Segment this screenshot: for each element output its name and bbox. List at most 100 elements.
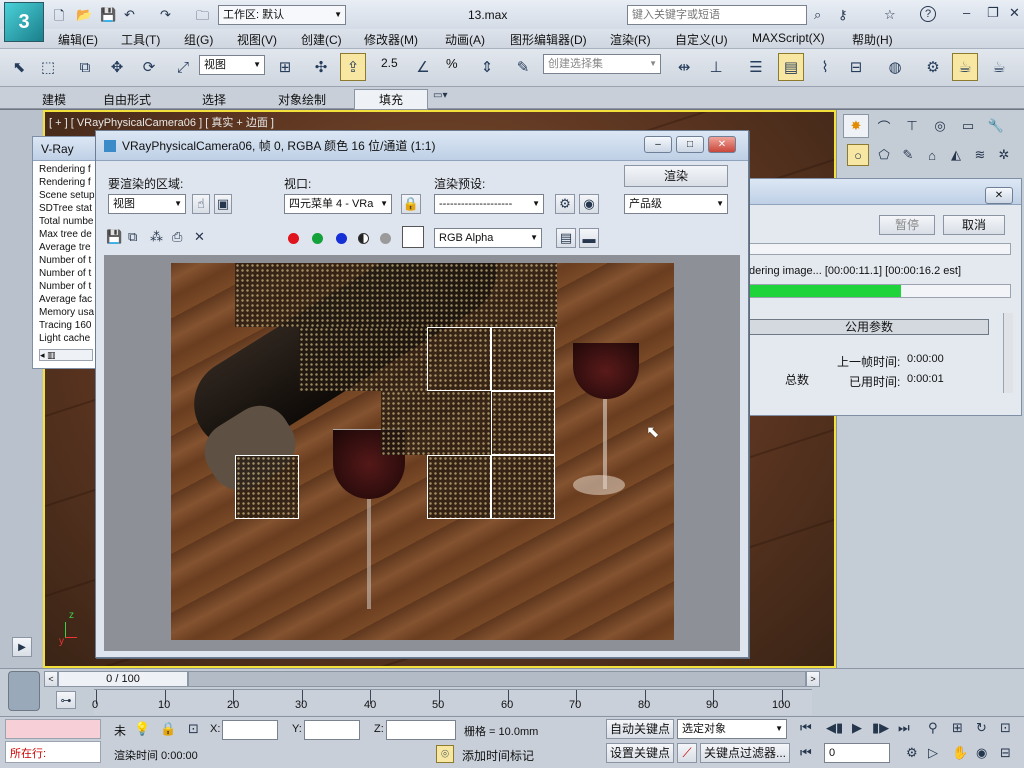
- print-icon[interactable]: ⎙: [172, 229, 182, 245]
- toggle-ui-icon[interactable]: ▤: [556, 228, 576, 248]
- render-preset-select[interactable]: --------------------: [434, 194, 544, 214]
- zoom-icon[interactable]: ⚲: [928, 720, 938, 736]
- menu-modifiers[interactable]: 修改器(M): [364, 31, 418, 48]
- undo-icon[interactable]: ↶: [124, 7, 135, 23]
- red-channel-button[interactable]: [288, 233, 299, 244]
- auto-region-icon[interactable]: ☝: [192, 194, 210, 214]
- mirror-icon[interactable]: ⇹: [671, 53, 697, 81]
- save-image-icon[interactable]: 💾: [106, 229, 122, 245]
- render-setup-small-icon[interactable]: ⚙: [555, 194, 575, 214]
- scale-icon[interactable]: ⤢: [170, 53, 196, 81]
- mono-channel-button[interactable]: [380, 233, 391, 244]
- pan-icon[interactable]: ✋: [952, 745, 968, 761]
- select-icon[interactable]: ⬉: [6, 53, 32, 81]
- reference-coord-select[interactable]: 视图: [199, 55, 265, 75]
- play-icon[interactable]: ▶: [852, 720, 862, 736]
- zoom-all-icon[interactable]: ⊞: [952, 720, 963, 736]
- ribbon-tab-selection[interactable]: 选择: [202, 91, 226, 108]
- vfb-close-button[interactable]: ✕: [708, 136, 736, 153]
- spacewarps-icon[interactable]: ≋: [969, 144, 991, 166]
- systems-icon[interactable]: ✲: [993, 144, 1015, 166]
- crop-region-icon[interactable]: ▣: [214, 194, 232, 214]
- open-file-icon[interactable]: 📂: [76, 7, 92, 23]
- key-icon[interactable]: ⚷: [838, 7, 848, 23]
- render-setup-icon[interactable]: ⚙: [920, 53, 946, 81]
- prev-frame-icon[interactable]: ◀▮: [826, 720, 843, 736]
- z-coordinate-input[interactable]: [386, 720, 456, 740]
- restore-icon[interactable]: ❐: [987, 5, 999, 21]
- hierarchy-tab-icon[interactable]: ⊤: [899, 114, 925, 138]
- orbit-icon[interactable]: ↻: [976, 720, 987, 736]
- pivot-icon[interactable]: ⊞: [272, 53, 298, 81]
- vray-stats-scrollbar[interactable]: ◂ ▥: [39, 349, 93, 361]
- manipulate-icon[interactable]: ✣: [308, 53, 334, 81]
- filters-icon[interactable]: ⊶: [56, 691, 76, 709]
- menu-help[interactable]: 帮助(H): [852, 31, 893, 48]
- region-select-icon[interactable]: ⬚: [35, 53, 61, 81]
- goto-start-icon[interactable]: ⏮: [800, 720, 812, 736]
- named-selection-set[interactable]: 创建选择集: [543, 54, 661, 74]
- menu-animation[interactable]: 动画(A): [445, 31, 485, 48]
- display-channel-select[interactable]: RGB Alpha: [434, 228, 542, 248]
- scene-explorer-icon[interactable]: ▤: [778, 53, 804, 81]
- time-slider[interactable]: 0 / 100: [58, 671, 188, 687]
- clear-icon[interactable]: ✕: [194, 229, 205, 245]
- render-production-icon[interactable]: ☕: [986, 53, 1012, 81]
- viewport-play-icon[interactable]: ▶: [12, 637, 32, 657]
- utilities-tab-icon[interactable]: 🔧: [983, 114, 1009, 138]
- minimize-icon[interactable]: –: [963, 5, 970, 20]
- copy-image-icon[interactable]: ⧉: [128, 229, 137, 245]
- clone-frame-icon[interactable]: ⁂: [150, 229, 163, 245]
- rotate-icon[interactable]: ⟳: [136, 53, 162, 81]
- vfb-maximize-button[interactable]: □: [676, 136, 704, 153]
- y-coordinate-input[interactable]: [304, 720, 360, 740]
- set-key-button[interactable]: 设置关键点: [606, 743, 674, 763]
- mini-curve-icon[interactable]: [8, 671, 40, 711]
- key-mode-select[interactable]: 选定对象: [677, 719, 787, 739]
- ribbon-tab-object-paint[interactable]: 对象绘制: [278, 91, 326, 108]
- environment-icon[interactable]: ◉: [579, 194, 599, 214]
- new-file-icon[interactable]: 🗋: [54, 7, 64, 29]
- schematic-view-icon[interactable]: ⊟: [843, 53, 869, 81]
- walkthrough-icon[interactable]: ◉: [976, 745, 987, 761]
- move-icon[interactable]: ✥: [104, 53, 130, 81]
- save-file-icon[interactable]: 💾: [100, 7, 116, 23]
- app-logo-icon[interactable]: 3: [4, 2, 44, 42]
- menu-rendering[interactable]: 渲染(R): [610, 31, 651, 48]
- toggle-display-icon[interactable]: ▬: [579, 228, 599, 248]
- menu-create[interactable]: 创建(C): [301, 31, 342, 48]
- add-time-tag-label[interactable]: 添加时间标记: [462, 747, 534, 764]
- binoculars-icon[interactable]: ⌕: [814, 7, 821, 23]
- create-tab-icon[interactable]: ✸: [843, 114, 869, 138]
- time-slider-track[interactable]: [188, 671, 806, 687]
- progress-scrollbar[interactable]: [1003, 313, 1013, 393]
- ribbon-tab-populate[interactable]: 填充: [354, 89, 429, 110]
- key-mode-toggle-icon[interactable]: ⏮: [800, 745, 812, 761]
- shapes-icon[interactable]: ⬠: [873, 144, 895, 166]
- material-editor-icon[interactable]: ◍: [882, 53, 908, 81]
- lock-icon[interactable]: 🔒: [160, 721, 176, 737]
- green-channel-button[interactable]: [312, 233, 323, 244]
- key-filters-button[interactable]: 关键点过滤器...: [700, 743, 790, 763]
- viewport-toggle-icon[interactable]: ⊟: [1000, 745, 1011, 761]
- motion-tab-icon[interactable]: ◎: [927, 114, 953, 138]
- window-crossing-icon[interactable]: ⧉: [72, 53, 98, 81]
- selection-lock-label[interactable]: 未: [114, 722, 126, 739]
- display-tab-icon[interactable]: ▭: [955, 114, 981, 138]
- redo-icon[interactable]: ↷: [160, 7, 171, 23]
- field-of-view-icon[interactable]: ▷: [928, 745, 938, 761]
- time-slider-prev[interactable]: <: [44, 671, 58, 687]
- maxscript-output[interactable]: 所在行:: [5, 741, 101, 763]
- layer-manager-icon[interactable]: ☰: [743, 53, 769, 81]
- menu-customize[interactable]: 自定义(U): [675, 31, 728, 48]
- viewport-label[interactable]: [ + ] [ VRayPhysicalCamera06 ] [ 真实 + 边面…: [49, 114, 274, 130]
- progress-close-button[interactable]: ✕: [985, 187, 1013, 204]
- auto-key-button[interactable]: 自动关键点: [606, 719, 674, 739]
- geometry-icon[interactable]: ○: [847, 144, 869, 166]
- help-icon[interactable]: ?: [920, 6, 936, 22]
- alpha-channel-button[interactable]: [358, 233, 369, 244]
- ribbon-tab-freeform[interactable]: 自由形式: [103, 91, 151, 108]
- close-icon[interactable]: ✕: [1009, 5, 1020, 21]
- viewport-select[interactable]: 四元菜单 4 - VRa: [284, 194, 392, 214]
- cancel-render-button[interactable]: 取消: [943, 215, 1005, 235]
